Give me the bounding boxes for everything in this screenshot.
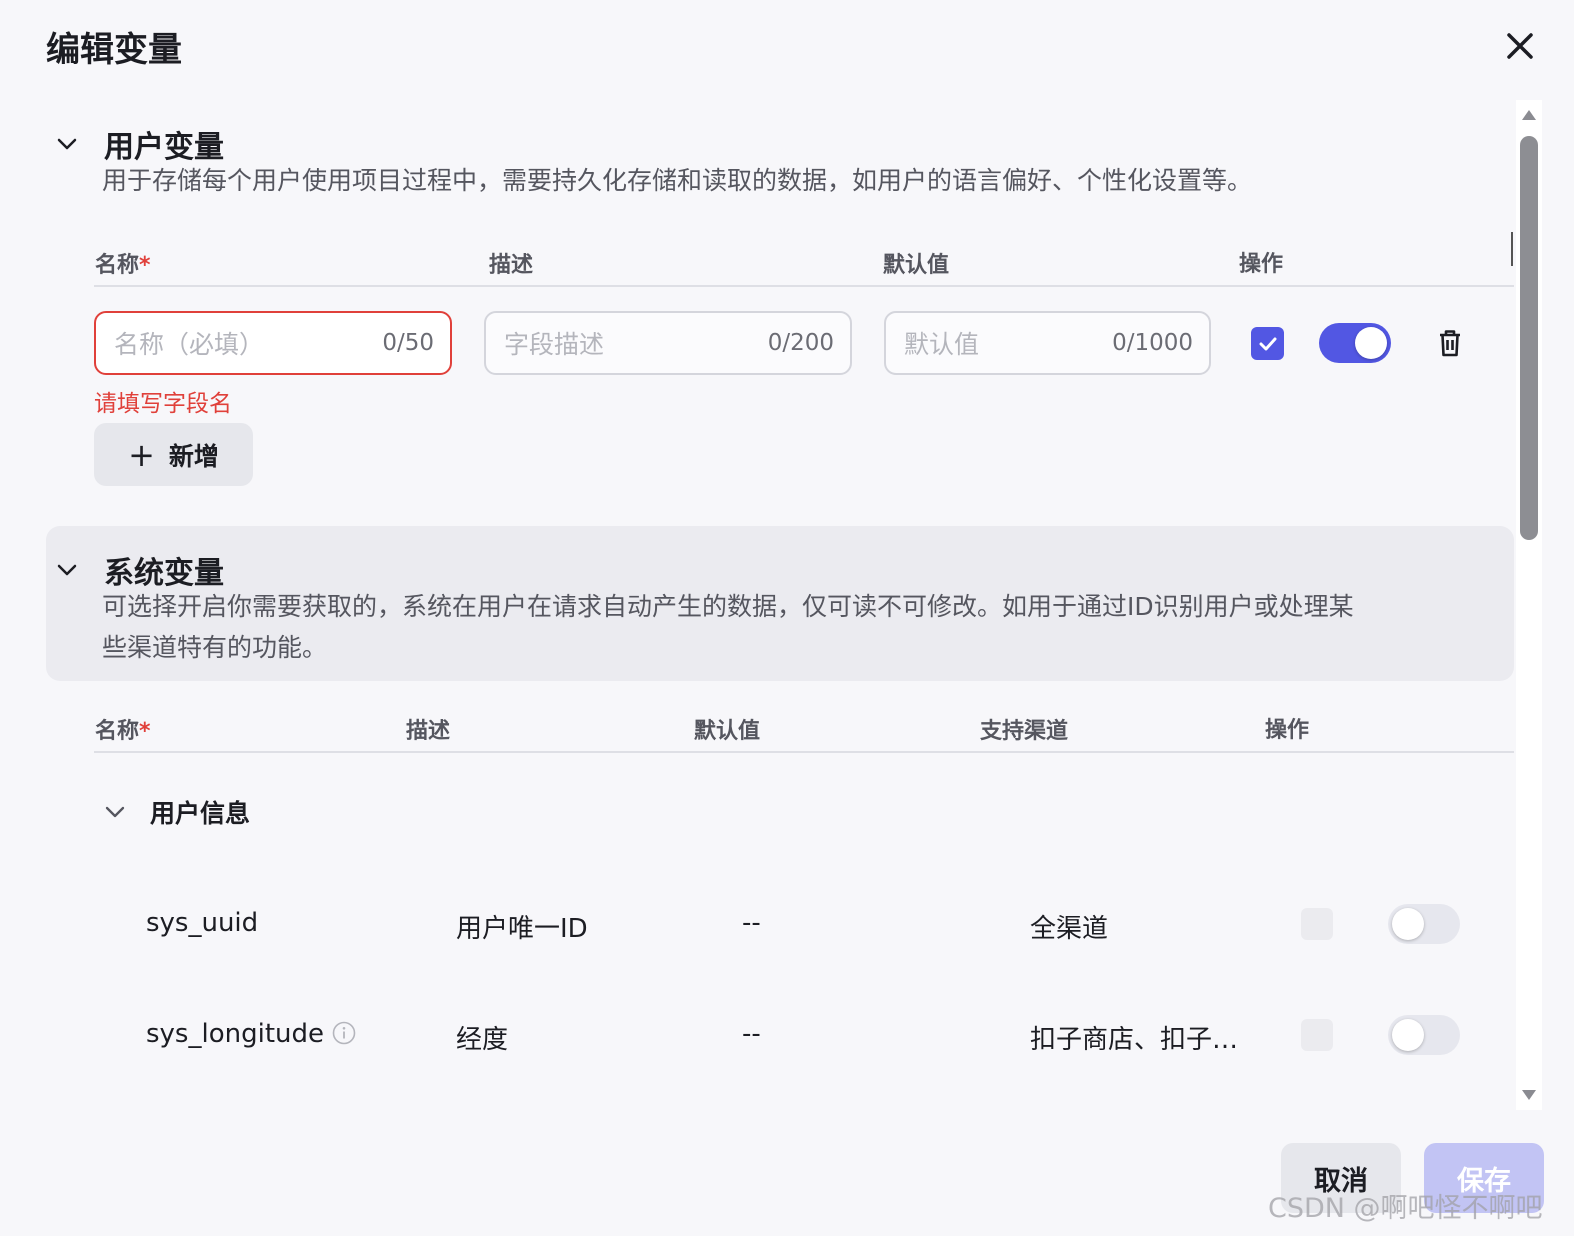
close-icon <box>1507 33 1533 59</box>
plus-icon: + <box>128 435 155 474</box>
sys-row-default: -- <box>742 908 761 938</box>
sys-row-name-text: sys_longitude <box>146 1019 324 1049</box>
col-default-header: 默认值 <box>883 253 950 278</box>
sys-col-ops-header: 操作 <box>1265 718 1310 743</box>
col-ops-header: 操作 <box>1239 252 1284 277</box>
sys-row-default: -- <box>742 1019 761 1049</box>
name-input[interactable]: 名称（必填） 0/50 <box>94 311 452 375</box>
group-user-info[interactable]: 用户信息 <box>104 794 250 830</box>
sys-row-checkbox <box>1301 1019 1333 1051</box>
desc-placeholder: 字段描述 <box>504 330 605 359</box>
sys-col-desc-header: 描述 <box>406 719 451 744</box>
sys-col-name-label: 名称 <box>95 719 140 744</box>
vertical-scrollbar[interactable] <box>1516 100 1542 1110</box>
desc-char-count: 0/200 <box>767 330 834 356</box>
sys-col-default-header: 默认值 <box>694 719 761 744</box>
user-vars-desc: 用于存储每个用户使用项目过程中，需要持久化存储和读取的数据，如用户的语言偏好、个… <box>102 166 1253 195</box>
name-char-count: 0/50 <box>382 330 434 356</box>
row-enable-toggle[interactable] <box>1319 323 1391 363</box>
toggle-knob <box>1392 1019 1424 1051</box>
dialog-title: 编辑变量 <box>46 30 182 70</box>
info-icon[interactable] <box>332 1021 356 1045</box>
toggle-knob <box>1392 908 1424 940</box>
sys-col-name-header: 名称* <box>95 713 151 745</box>
sys-col-channels-header: 支持渠道 <box>980 719 1069 744</box>
delete-button[interactable] <box>1436 328 1464 358</box>
default-char-count: 0/1000 <box>1112 330 1193 356</box>
col-name-label: 名称 <box>95 253 140 278</box>
table-divider <box>94 285 1514 287</box>
sys-row-name: sys_uuid <box>146 908 259 938</box>
sys-vars-desc-line1: 可选择开启你需要获取的，系统在用户在请求自动产生的数据，仅可读不可修改。如用于通… <box>102 592 1354 621</box>
sys-row-channels: 扣子商店、扣子… <box>1030 1025 1239 1055</box>
scroll-down-arrow-icon[interactable] <box>1522 1090 1536 1100</box>
add-variable-button[interactable]: + 新增 <box>94 423 253 486</box>
sys-row-desc: 经度 <box>456 1025 509 1055</box>
default-input[interactable]: 默认值 0/1000 <box>884 311 1211 375</box>
scroll-up-arrow-icon[interactable] <box>1522 110 1536 120</box>
name-error-message: 请填写字段名 <box>94 391 232 417</box>
desc-input[interactable]: 字段描述 0/200 <box>484 311 852 375</box>
check-icon <box>1259 337 1276 350</box>
required-mark: * <box>139 719 151 744</box>
row-checkbox[interactable] <box>1251 327 1284 360</box>
toggle-knob <box>1355 327 1387 359</box>
sys-vars-desc-line2: 些渠道特有的功能。 <box>102 633 328 662</box>
name-placeholder: 名称（必填） <box>114 330 265 359</box>
scroll-thumb[interactable] <box>1520 136 1538 540</box>
chevron-down-icon[interactable] <box>104 801 126 823</box>
sys-row-name: sys_longitude <box>146 1019 356 1049</box>
sys-row-checkbox <box>1301 908 1333 940</box>
close-button[interactable] <box>1500 26 1540 66</box>
sys-row-toggle[interactable] <box>1388 904 1460 944</box>
col-desc-header: 描述 <box>489 253 534 278</box>
chevron-down-icon[interactable] <box>56 133 78 155</box>
watermark: CSDN @啊吧怪不啊吧 <box>1268 1193 1543 1224</box>
sys-table-divider <box>94 751 1514 753</box>
sys-row-desc: 用户唯一ID <box>456 914 588 944</box>
scroll-marker <box>1511 232 1513 266</box>
sys-row-channels: 全渠道 <box>1030 914 1109 944</box>
group-title: 用户信息 <box>150 799 251 828</box>
add-label: 新增 <box>168 441 219 471</box>
col-name-header: 名称* <box>95 247 151 279</box>
sys-row-toggle[interactable] <box>1388 1015 1460 1055</box>
required-mark: * <box>139 253 151 278</box>
trash-icon <box>1440 330 1460 357</box>
default-placeholder: 默认值 <box>904 330 980 359</box>
chevron-down-icon[interactable] <box>56 559 78 581</box>
